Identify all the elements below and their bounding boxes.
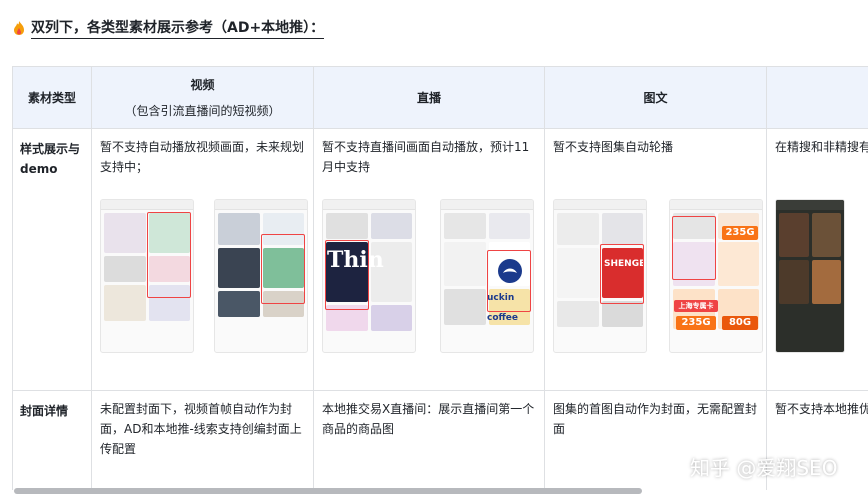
header-video-sub: （包含引流直播间的短视频） <box>124 103 281 118</box>
cell-text: 在精搜和非精搜有差异，如下 <box>775 140 868 154</box>
horizontal-scrollbar[interactable] <box>12 488 852 494</box>
section-heading: 双列下，各类型素材展示参考（AD+本地推）： <box>12 17 325 39</box>
cell-demo-extra: 在精搜和非精搜有差异，如下 <box>766 128 868 391</box>
cell-demo-video: 暂不支持自动播放视频画面，未来规划支持中； <box>91 128 314 391</box>
row-label-demo: 样式展示与demo <box>12 128 92 391</box>
ad-highlight <box>147 212 191 298</box>
extra-screenshots <box>775 193 868 361</box>
cell-text: 暂不支持图集自动轮播 <box>553 140 674 154</box>
feed-screenshot <box>100 199 194 353</box>
ad-highlight <box>600 244 644 304</box>
feed-screenshot: uckin coffee <box>440 199 534 353</box>
feed-screenshot <box>214 199 308 353</box>
feed-screenshot: SHENGE <box>553 199 647 353</box>
feed-screenshot: Thin <box>322 199 416 353</box>
video-screenshots <box>100 193 308 361</box>
header-video: 视频 （包含引流直播间的短视频） <box>91 66 314 129</box>
fire-icon <box>14 21 24 35</box>
cell-text: 暂不支持直播间画面自动播放，预计11月中支持 <box>322 140 530 174</box>
cell-cover-live: 本地推交易X直播间：展示直播间第一个商品的商品图 <box>313 390 545 490</box>
header-live: 直播 <box>313 66 545 129</box>
image-screenshots: SHENGE 235G 上海专属卡 235G 80G <box>553 193 763 361</box>
cell-cover-video: 未配置封面下，视频首帧自动作为封面，AD和本地推-线索支持创编封面上传配置 <box>91 390 314 490</box>
ad-highlight <box>672 216 716 280</box>
promo-price: 235G <box>722 226 758 240</box>
table-row-demo: 样式展示与demo 暂不支持自动播放视频画面，未来规划支持中； 暂不支持直播间画… <box>12 128 868 391</box>
material-table: 素材类型 视频 （包含引流直播间的短视频） 直播 图文 样式展示与demo 暂不… <box>12 66 868 490</box>
ad-highlight <box>487 250 531 312</box>
cell-demo-image: 暂不支持图集自动轮播 SHENGE 235G 上海专属卡 235G 80G <box>544 128 767 391</box>
header-row: 素材类型 视频 （包含引流直播间的短视频） 直播 图文 <box>12 66 868 129</box>
header-image: 图文 <box>544 66 767 129</box>
ad-highlight <box>325 240 369 310</box>
header-type: 素材类型 <box>12 66 92 129</box>
feed-screenshot <box>775 199 845 353</box>
zhihu-brandmark: 知乎 @爱翔SEO <box>664 452 837 480</box>
promo-price-2: 235G <box>676 316 716 330</box>
promo-price-alt: 80G <box>722 316 758 330</box>
heading-text: 双列下，各类型素材展示参考（AD+本地推）： <box>31 17 325 39</box>
ad-highlight <box>261 234 305 304</box>
header-video-label: 视频 <box>190 77 215 92</box>
live-screenshots: Thin uckin coffee <box>322 193 536 361</box>
brandmark-text: 知乎 @爱翔SEO <box>690 455 838 480</box>
scrollbar-thumb[interactable] <box>14 488 642 494</box>
zhihu-logo-icon <box>664 455 686 477</box>
header-extra <box>766 66 868 129</box>
promo-city: 上海专属卡 <box>674 300 718 312</box>
cell-text: 暂不支持自动播放视频画面，未来规划支持中； <box>100 140 305 174</box>
row-label-cover: 封面详情 <box>12 390 92 490</box>
cell-demo-live: 暂不支持直播间画面自动播放，预计11月中支持 Thin uckin coffee <box>313 128 545 391</box>
feed-screenshot: 235G 上海专属卡 235G 80G <box>669 199 763 353</box>
